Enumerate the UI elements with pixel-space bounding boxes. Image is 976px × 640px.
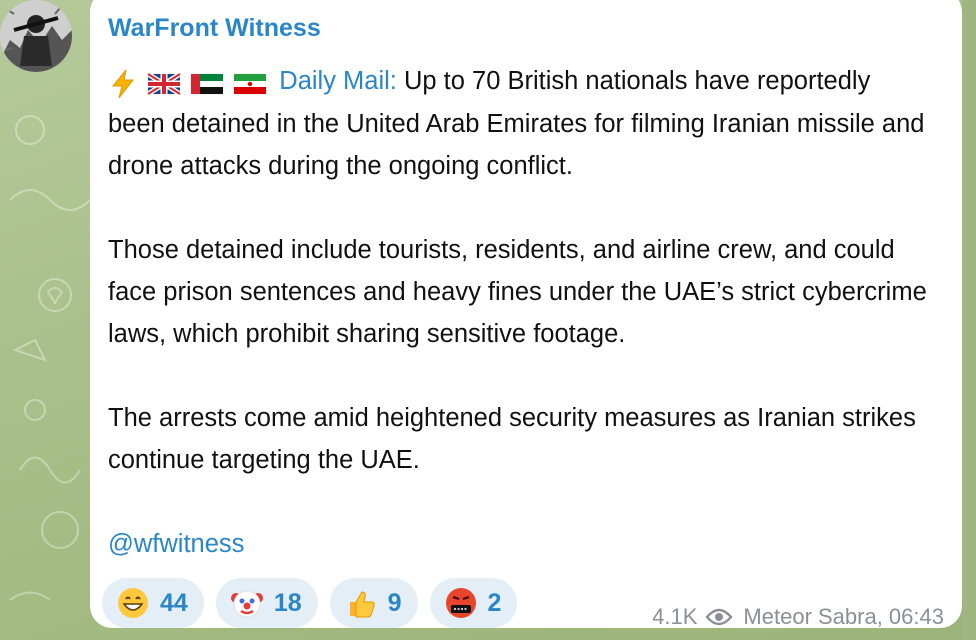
message-body: Daily Mail: Up to 70 British nationals h… bbox=[108, 60, 928, 565]
eye-icon bbox=[705, 608, 734, 626]
reaction-clown[interactable]: 18 bbox=[215, 578, 318, 628]
channel-handle-link[interactable]: @wfwitness bbox=[108, 530, 244, 558]
soldier-avatar-icon bbox=[0, 0, 72, 72]
author-and-time: Meteor Sabra, 06:43 bbox=[743, 604, 944, 629]
iran-flag-emoji-icon bbox=[234, 73, 267, 94]
source-label[interactable]: Daily Mail: bbox=[279, 67, 397, 95]
reaction-count: 44 bbox=[160, 588, 188, 617]
message-paragraph-1: Daily Mail: Up to 70 British nationals h… bbox=[108, 60, 928, 187]
wallpaper-right-edge bbox=[962, 0, 976, 640]
message-paragraph-2: Those detained include tourists, residen… bbox=[108, 236, 927, 349]
grinning-face-icon bbox=[118, 588, 148, 618]
message-meta: 4.1K Meteor Sabra, 06:43 bbox=[652, 604, 948, 630]
reaction-count: 2 bbox=[487, 588, 502, 617]
view-count: 4.1K bbox=[652, 604, 698, 629]
reaction-count: 18 bbox=[273, 588, 302, 617]
uae-flag-emoji-icon bbox=[190, 73, 224, 94]
cursing-face-icon bbox=[445, 588, 476, 618]
handle-paragraph: @wfwitness bbox=[108, 523, 928, 565]
reaction-cursing[interactable]: 2 bbox=[429, 578, 518, 628]
channel-avatar[interactable] bbox=[0, 0, 72, 72]
lightning-emoji-icon bbox=[111, 69, 135, 98]
channel-name[interactable]: WarFront Witness bbox=[108, 14, 321, 43]
reaction-thumbs-up[interactable]: 9 bbox=[329, 578, 418, 628]
clown-face-icon bbox=[230, 590, 263, 618]
reaction-count: 9 bbox=[387, 588, 402, 617]
message-paragraph-3: The arrests come amid heightened securit… bbox=[108, 404, 916, 475]
uk-flag-emoji-icon bbox=[146, 71, 182, 96]
lead-emojis bbox=[108, 61, 269, 103]
thumbs-up-icon bbox=[349, 591, 375, 618]
reaction-grinning[interactable]: 44 bbox=[102, 578, 204, 628]
wallpaper-doodles bbox=[9, 115, 91, 601]
reactions-bar: 44 18 9 2 bbox=[102, 578, 518, 628]
